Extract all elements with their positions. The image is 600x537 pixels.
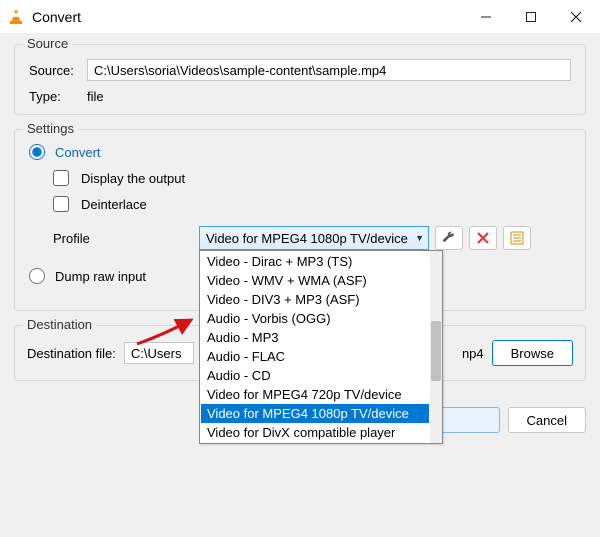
profile-dropdown-list: Video - Dirac + MP3 (TS) Video - WMV + W… [200, 251, 430, 443]
delete-profile-button[interactable] [469, 226, 497, 250]
settings-legend: Settings [23, 121, 78, 136]
app-icon [8, 8, 24, 26]
profile-option[interactable]: Audio - CD [201, 366, 429, 385]
deinterlace-label: Deinterlace [81, 197, 147, 212]
profile-label: Profile [53, 231, 193, 246]
convert-radio[interactable] [29, 144, 45, 160]
profile-option[interactable]: Video - DIV3 + MP3 (ASF) [201, 290, 429, 309]
minimize-button[interactable] [463, 1, 508, 33]
profile-option[interactable]: Video - WMV + WMA (ASF) [201, 271, 429, 290]
cancel-button[interactable]: Cancel [508, 407, 586, 433]
destination-legend: Destination [23, 317, 96, 332]
edit-profile-button[interactable] [435, 226, 463, 250]
title-bar: Convert [0, 0, 600, 34]
profile-option[interactable]: Video - Dirac + MP3 (TS) [201, 252, 429, 271]
source-path-input[interactable] [87, 59, 571, 81]
profile-option[interactable]: Video for DivX compatible player [201, 423, 429, 442]
profile-option[interactable]: Video for MPEG4 720p TV/device [201, 385, 429, 404]
dump-radio[interactable] [29, 268, 45, 284]
destination-ext-fragment: np4 [460, 346, 484, 361]
new-profile-button[interactable] [503, 226, 531, 250]
type-value: file [87, 89, 104, 104]
destination-input[interactable] [124, 342, 194, 364]
profile-option[interactable]: Audio - FLAC [201, 347, 429, 366]
window-title: Convert [32, 9, 463, 25]
profile-dropdown: Video - Dirac + MP3 (TS) Video - WMV + W… [199, 250, 443, 444]
settings-fieldset: Settings Convert Display the output Dein… [14, 129, 586, 311]
profile-option[interactable]: Video for MPEG4 1080p TV/device [201, 404, 429, 423]
source-legend: Source [23, 36, 72, 51]
wrench-icon [442, 231, 456, 245]
source-label: Source: [29, 63, 81, 78]
profile-option[interactable]: Audio - MP3 [201, 328, 429, 347]
convert-radio-label: Convert [55, 145, 101, 160]
destination-file-label: Destination file: [27, 346, 116, 361]
source-fieldset: Source Source: Type: file [14, 44, 586, 115]
new-profile-icon [510, 231, 524, 245]
maximize-button[interactable] [508, 1, 553, 33]
chevron-down-icon: ▼ [415, 233, 424, 243]
browse-button[interactable]: Browse [492, 340, 573, 366]
close-button[interactable] [553, 1, 598, 33]
type-label: Type: [29, 89, 81, 104]
x-icon [477, 232, 489, 244]
display-output-label: Display the output [81, 171, 185, 186]
deinterlace-checkbox[interactable] [53, 196, 69, 212]
profile-selected-text: Video for MPEG4 1080p TV/device [206, 231, 415, 246]
scrollbar-thumb[interactable] [431, 321, 441, 381]
profile-combo-display[interactable]: Video for MPEG4 1080p TV/device ▼ [199, 226, 429, 250]
dropdown-scrollbar[interactable] [430, 251, 442, 443]
display-output-checkbox[interactable] [53, 170, 69, 186]
profile-option[interactable]: Audio - Vorbis (OGG) [201, 309, 429, 328]
dump-radio-label: Dump raw input [55, 269, 146, 284]
profile-combobox[interactable]: Video for MPEG4 1080p TV/device ▼ Video … [199, 226, 429, 250]
